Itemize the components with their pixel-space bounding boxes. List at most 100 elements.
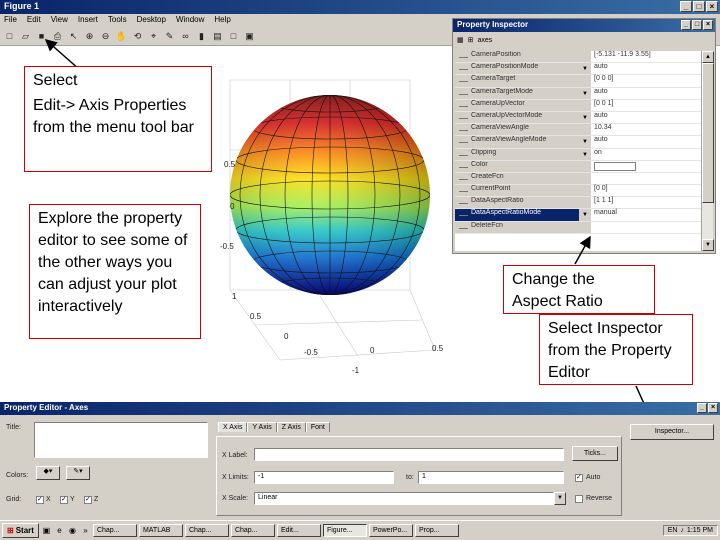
quick-launch-more-icon[interactable]: » — [80, 525, 91, 536]
property-editor-title-bar[interactable]: Property Editor - Axes _ × — [0, 402, 720, 415]
color-swatch[interactable] — [594, 161, 636, 171]
x-label-input[interactable] — [254, 448, 564, 461]
property-row[interactable]: CameraPositionMode ▼ auto — [455, 63, 703, 76]
background-color-button[interactable]: ◆▾ — [36, 466, 60, 480]
menu-window[interactable]: Window — [176, 15, 204, 27]
property-value[interactable] — [591, 173, 703, 184]
scroll-down-icon[interactable]: ▼ — [702, 239, 714, 251]
taskbar-item[interactable]: Prop... — [414, 524, 459, 537]
property-row[interactable]: DataAspectRatio [1 1 1] — [455, 197, 703, 210]
close-icon[interactable]: × — [708, 403, 718, 413]
property-value[interactable]: 10.34 — [591, 124, 703, 135]
chevron-down-icon[interactable]: ▼ — [579, 63, 591, 75]
chevron-down-icon[interactable]: ▼ — [579, 209, 591, 221]
minimize-icon[interactable]: _ — [680, 1, 692, 12]
taskbar-item[interactable]: Figure... — [322, 524, 367, 537]
hide-tools-icon[interactable]: □ — [227, 30, 240, 43]
close-icon[interactable]: × — [706, 1, 718, 12]
chevron-down-icon[interactable]: ▼ — [554, 492, 566, 505]
tab-x-axis[interactable]: X Axis — [218, 422, 248, 432]
property-row[interactable]: CameraViewAngle 10.34 — [455, 124, 703, 137]
tab-y-axis[interactable]: Y Axis — [247, 422, 277, 432]
inspector-scrollbar[interactable]: ▲ ▼ — [701, 51, 714, 251]
tab-font[interactable]: Font — [305, 422, 330, 432]
chevron-down-icon[interactable]: ▼ — [579, 87, 591, 99]
link-icon[interactable]: ∞ — [179, 30, 192, 43]
colorbar-icon[interactable]: ▮ — [195, 30, 208, 43]
property-row[interactable]: CameraTarget [0 0 0] — [455, 75, 703, 88]
edge-color-button[interactable]: ✎▾ — [66, 466, 90, 480]
inspector-button[interactable]: Inspector... — [630, 424, 714, 440]
property-value[interactable]: [0 0] — [591, 185, 703, 196]
property-value[interactable]: auto — [591, 63, 703, 74]
property-value[interactable] — [591, 161, 703, 172]
chevron-down-icon[interactable]: ▼ — [579, 111, 591, 124]
data-cursor-icon[interactable]: ⌖ — [147, 30, 160, 43]
new-figure-icon[interactable]: □ — [3, 30, 16, 43]
media-player-icon[interactable]: ◉ — [67, 525, 78, 536]
inspector-title-bar[interactable]: Property Inspector _ □ × — [453, 19, 715, 32]
volume-icon[interactable]: ♪ — [680, 527, 684, 534]
property-row[interactable]: CurrentPoint [0 0] — [455, 185, 703, 198]
property-value[interactable]: [0 0 1] — [591, 100, 703, 111]
menu-desktop[interactable]: Desktop — [137, 15, 166, 27]
property-row[interactable]: CameraUpVectorMode ▼ auto — [455, 111, 703, 125]
save-icon[interactable]: ■ — [35, 30, 48, 43]
grid-z-checkbox[interactable]: ✓ — [84, 496, 92, 504]
property-value[interactable]: [-5.131 -11.9 3.55] — [591, 51, 703, 62]
property-row[interactable]: Color — [455, 160, 703, 173]
title-input[interactable] — [34, 422, 208, 458]
menu-edit[interactable]: Edit — [27, 15, 41, 27]
taskbar-item[interactable]: Chap... — [92, 524, 137, 537]
figure-title-bar[interactable]: Figure 1 _ □ × — [0, 0, 720, 14]
axes-3d[interactable] — [210, 60, 450, 390]
minimize-icon[interactable]: _ — [681, 20, 691, 30]
scroll-thumb[interactable] — [702, 63, 714, 203]
chevron-down-icon[interactable]: ▼ — [579, 148, 591, 160]
menu-file[interactable]: File — [4, 15, 17, 27]
property-row[interactable]: CameraPosition [-5.131 -11.9 3.55] — [455, 51, 703, 64]
grid-x-checkbox[interactable]: ✓ — [36, 496, 44, 504]
property-value[interactable] — [591, 222, 703, 233]
tab-z-axis[interactable]: Z Axis — [276, 422, 306, 432]
property-row[interactable]: DataAspectRatioMode ▼ manual — [455, 209, 703, 222]
start-button[interactable]: ⊞ Start — [2, 523, 39, 538]
reverse-checkbox[interactable] — [575, 495, 583, 503]
clock[interactable]: 1:15 PM — [687, 527, 713, 534]
taskbar-item[interactable]: Chap... — [230, 524, 275, 537]
x-limit-min-input[interactable]: -1 — [254, 471, 394, 484]
brush-icon[interactable]: ✎ — [163, 30, 176, 43]
expand-icon[interactable]: ⊞ — [468, 36, 474, 44]
taskbar-item[interactable]: Chap... — [184, 524, 229, 537]
grid-y-checkbox[interactable]: ✓ — [60, 496, 68, 504]
property-row[interactable]: CreateFcn — [455, 172, 703, 186]
close-icon[interactable]: × — [703, 20, 713, 30]
minimize-icon[interactable]: _ — [697, 403, 707, 413]
property-value[interactable]: manual — [591, 209, 703, 220]
taskbar-item[interactable]: Edit... — [276, 524, 321, 537]
zoom-in-icon[interactable]: ⊕ — [83, 30, 96, 43]
zoom-out-icon[interactable]: ⊖ — [99, 30, 112, 43]
show-desktop-icon[interactable]: ▣ — [41, 525, 52, 536]
edit-plot-icon[interactable]: ↖ — [67, 30, 80, 43]
property-value[interactable]: auto — [591, 112, 703, 123]
menu-view[interactable]: View — [51, 15, 68, 27]
property-row[interactable]: DeleteFcn — [455, 221, 703, 234]
property-inspector-window[interactable]: Property Inspector _ □ × ▦ ⊞ axes Camera… — [452, 18, 716, 254]
maximize-icon[interactable]: □ — [692, 20, 702, 30]
menu-help[interactable]: Help — [214, 15, 230, 27]
menu-insert[interactable]: Insert — [78, 15, 98, 27]
property-row[interactable]: Clipping ▼ on — [455, 148, 703, 161]
sort-icon[interactable]: ▦ — [457, 36, 464, 44]
scroll-up-icon[interactable]: ▲ — [702, 51, 714, 63]
property-value[interactable]: on — [591, 149, 703, 160]
internet-explorer-icon[interactable]: e — [54, 525, 65, 536]
chevron-down-icon[interactable]: ▼ — [579, 136, 591, 148]
property-value[interactable]: auto — [591, 136, 703, 147]
taskbar-item[interactable]: MATLAB — [138, 524, 183, 537]
menu-tools[interactable]: Tools — [108, 15, 127, 27]
ticks-button[interactable]: Ticks... — [572, 446, 618, 461]
property-row[interactable]: CameraViewAngleMode ▼ auto — [455, 136, 703, 149]
property-row[interactable]: CameraUpVector [0 0 1] — [455, 99, 703, 112]
legend-icon[interactable]: ▤ — [211, 30, 224, 43]
